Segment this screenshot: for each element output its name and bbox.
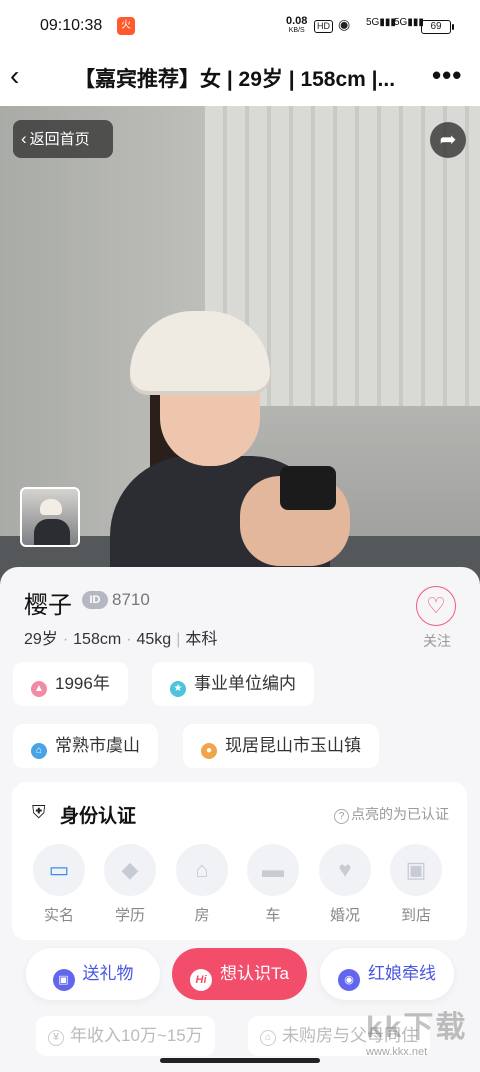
follow-label: 关注 [423, 633, 451, 649]
tag-income: ¥ 年收入10万~15万 [36, 1016, 215, 1056]
back-home-label: 返回首页 [29, 131, 90, 148]
signal-1-label: 5G [366, 17, 380, 28]
home-icon: ⌂ [31, 743, 47, 759]
back-arrow-icon[interactable]: ‹ [10, 58, 40, 94]
location-icon: ● [201, 743, 217, 759]
verify-real-name[interactable]: ▭ 实名 [32, 844, 86, 925]
tag-label: 1996年 [55, 674, 110, 693]
share-icon[interactable]: ➦ [430, 122, 466, 158]
cake-icon: ▲ [31, 681, 47, 697]
identity-title: 身份认证 [60, 806, 137, 827]
status-time: 09:10:38 [40, 17, 103, 34]
watermark-text: kk下载 [366, 1011, 468, 1044]
gift-icon: ▣ [52, 969, 75, 991]
verify-label: 房 [194, 907, 210, 924]
more-dots-icon[interactable]: ••• [432, 60, 462, 91]
watermark: kk下载 www.kkx.net [366, 1002, 476, 1068]
profile-age: 29岁 [24, 631, 58, 648]
matchmaker-icon: ◉ [338, 969, 360, 991]
thumb-cap [40, 499, 62, 515]
profile-height: 158cm [73, 631, 122, 648]
net-speed-value: 0.08 [286, 15, 308, 27]
signal-icon: 5G▮▮▮ [394, 17, 424, 28]
want-to-meet-label: 想认识Ta [220, 964, 289, 983]
matchmaker-button[interactable]: ◉ 红娘牵线 [320, 948, 454, 1000]
house-icon: ⌂ [176, 844, 228, 896]
wifi-icon: ◉ [338, 16, 351, 32]
yen-icon: ¥ [48, 1030, 64, 1046]
verify-car[interactable]: ▬ 车 [246, 844, 300, 925]
shield-icon: ⛨ [32, 802, 46, 822]
app-notification-icon: 火 [117, 17, 135, 35]
profile-name: 樱子 [24, 592, 72, 619]
tag-label: 常熟市虞山 [55, 736, 140, 755]
identity-section: ⛨ 身份认证 ? 点亮的为已认证 ▭ 实名 ◆ 学历 ⌂ 房 ▬ 车 ♥ 婚况 ▣… [12, 782, 467, 940]
want-to-meet-button[interactable]: Hi 想认识Ta [172, 948, 307, 1000]
verify-store-visit[interactable]: ▣ 到店 [389, 844, 443, 925]
profile-education: 本科 [185, 631, 218, 648]
home-indicator[interactable] [160, 1058, 320, 1063]
question-icon: ? [334, 809, 349, 824]
back-home-button[interactable]: ‹ 返回首页 [13, 120, 113, 158]
chevron-left-icon: ‹ [21, 129, 27, 148]
battery-icon: 69 [421, 20, 454, 34]
profile-weight: 45kg [136, 631, 172, 648]
profile-facts: 29岁 · 158cm · 45kg | 本科 [24, 631, 218, 648]
page-title: 【嘉宾推荐】女 | 29岁 | 158cm |... [74, 68, 396, 91]
status-bar: 09:10:38 火 0.08 KB/S HD ◉ 5G▮▮▮ 5G▮▮▮ 69 [0, 0, 480, 50]
verify-house[interactable]: ⌂ 房 [175, 844, 229, 925]
verify-education[interactable]: ◆ 学历 [103, 844, 157, 925]
id-badge-icon: ID [82, 591, 108, 609]
id-card-icon: ▭ [33, 844, 85, 896]
tag-hometown: ⌂ 常熟市虞山 [13, 724, 158, 768]
car-icon: ▬ [247, 844, 299, 896]
tag-label: 事业单位编内 [194, 674, 296, 693]
graduation-cap-icon: ◆ [104, 844, 156, 896]
photo-thumbnail[interactable] [20, 487, 80, 547]
verify-marriage[interactable]: ♥ 婚况 [318, 844, 372, 925]
marriage-doc-icon: ♥ [319, 844, 371, 896]
verify-label: 车 [265, 907, 281, 924]
watermark-url: www.kkx.net [366, 1046, 428, 1058]
tag-residence: ● 现居昆山市玉山镇 [183, 724, 379, 768]
photo-camera [280, 466, 336, 510]
verify-label: 实名 [43, 907, 74, 924]
store-icon: ▣ [390, 844, 442, 896]
hd-icon: HD [314, 20, 333, 33]
net-speed-unit: KB/S [288, 27, 305, 34]
nav-bar: ‹ 【嘉宾推荐】女 | 29岁 | 158cm |... ••• [0, 50, 480, 106]
identity-hint-label: 点亮的为已认证 [351, 806, 449, 822]
matchmaker-label: 红娘牵线 [368, 964, 436, 983]
hi-icon: Hi [190, 969, 213, 991]
send-gift-label: 送礼物 [82, 964, 134, 983]
profile-id: 8710 [112, 590, 150, 609]
action-bar: ▣ 送礼物 Hi 想认识Ta ◉ 红娘牵线 [0, 942, 480, 1006]
verify-label: 学历 [114, 907, 145, 924]
house-outline-icon: ⌂ [260, 1030, 276, 1046]
verify-label: 到店 [400, 907, 431, 924]
identity-hint[interactable]: ? 点亮的为已认证 [334, 804, 449, 824]
follow-button[interactable]: ♡ 关注 [416, 586, 458, 651]
thumb-body [34, 519, 70, 545]
signal-icon: 5G▮▮▮ [366, 17, 396, 28]
verify-label: 婚况 [329, 907, 360, 924]
tag-income-label: 年收入10万~15万 [70, 1026, 203, 1045]
signal-2-label: 5G [394, 17, 408, 28]
heart-icon: ♡ [416, 586, 456, 626]
tag-birth-year: ▲ 1996年 [13, 662, 128, 706]
tag-label: 现居昆山市玉山镇 [225, 736, 361, 755]
badge-icon: ★ [170, 681, 186, 697]
send-gift-button[interactable]: ▣ 送礼物 [26, 948, 160, 1000]
tag-occupation: ★ 事业单位编内 [152, 662, 314, 706]
net-speed: 0.08 KB/S [286, 15, 308, 35]
